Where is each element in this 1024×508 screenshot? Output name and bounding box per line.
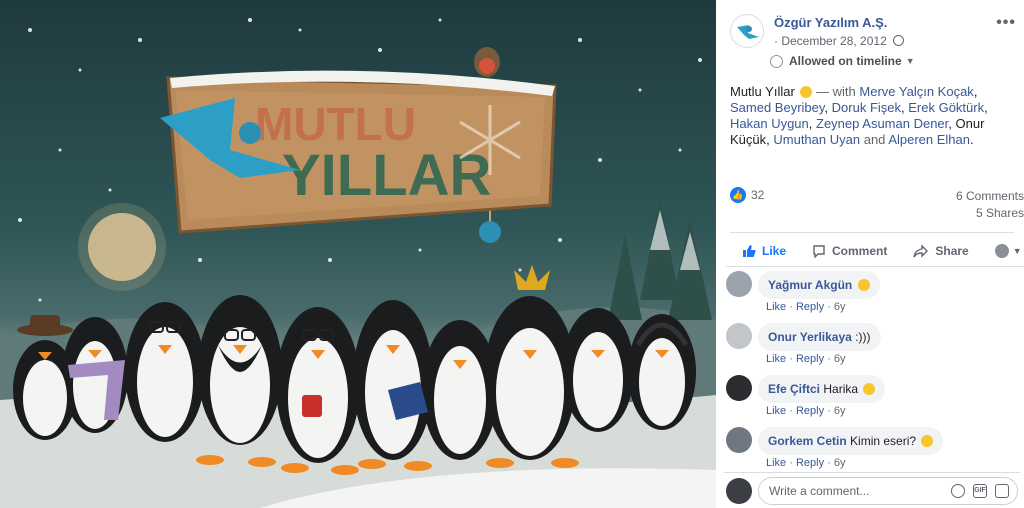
- tagged-user-link[interactable]: Doruk Fişek: [832, 100, 901, 115]
- sign-line2: YILLAR: [282, 143, 491, 208]
- composer-tools: GIF: [951, 484, 1009, 498]
- comment-reply-link[interactable]: Reply: [796, 457, 824, 469]
- globe-icon: [893, 35, 905, 46]
- post-photo[interactable]: MUTLU YILLAR: [0, 0, 716, 508]
- comment-input[interactable]: Write a comment... GIF: [758, 477, 1018, 505]
- comment-bubble: Onur Yerlikaya :))): [758, 323, 881, 351]
- thumbs-up-icon: 👍: [730, 187, 746, 203]
- smile-emoji-icon: [857, 279, 870, 291]
- comment-icon: [813, 244, 825, 258]
- commenter-name[interactable]: Yağmur Akgün: [768, 278, 852, 292]
- comment-time[interactable]: 6y: [834, 353, 846, 365]
- comment-time[interactable]: 6y: [834, 301, 846, 313]
- thumbs-up-icon: [743, 244, 756, 257]
- page-avatar[interactable]: [730, 14, 764, 48]
- more-options-icon[interactable]: •••: [996, 14, 1016, 32]
- like-count-value: 32: [751, 188, 765, 202]
- comment-bubble: Yağmur Akgün: [758, 271, 880, 299]
- post-caption: Mutlu Yıllar — with Merve Yalçın Koçak, …: [730, 84, 988, 147]
- audience-label: Allowed on timeline: [789, 54, 902, 68]
- smile-emoji-icon: [863, 383, 876, 395]
- caption-text: Mutlu Yıllar: [730, 84, 795, 99]
- new-year-illustration: MUTLU YILLAR: [0, 18, 716, 508]
- audience-selector[interactable]: Allowed on timeline ▼: [770, 54, 915, 68]
- comment-like-link[interactable]: Like: [766, 405, 786, 417]
- comment-reply-link[interactable]: Reply: [796, 301, 824, 313]
- caption-end: .: [970, 132, 974, 147]
- tagged-user-link[interactable]: Samed Beyribey: [730, 100, 824, 115]
- caret-down-icon: ▼: [905, 56, 915, 66]
- commenter-avatar[interactable]: [726, 427, 752, 453]
- comment-label: Comment: [832, 243, 888, 258]
- comment-reply-link[interactable]: Reply: [796, 353, 824, 365]
- engagement-stats: 👍 32 6 Comments 5 Shares: [730, 184, 1024, 224]
- like-count[interactable]: 👍 32: [730, 187, 764, 203]
- post-timestamp[interactable]: · December 28, 2012: [774, 34, 905, 48]
- tagged-user-link[interactable]: Alperen Elhan: [888, 132, 970, 147]
- comment-composer: Write a comment... GIF: [724, 472, 1020, 506]
- commenter-name[interactable]: Efe Çiftci: [768, 382, 820, 396]
- commenter-name[interactable]: Onur Yerlikaya: [768, 330, 852, 344]
- like-button[interactable]: Like: [742, 238, 786, 258]
- caret-down-icon: ▼: [1012, 245, 1022, 256]
- tagged-user-link[interactable]: Umuthan Uyan: [773, 132, 860, 147]
- comment-like-link[interactable]: Like: [766, 353, 786, 365]
- emoji-picker-icon[interactable]: [951, 484, 965, 498]
- post-header: Özgür Yazılım A.Ş. · December 28, 2012 •…: [730, 12, 1016, 72]
- comments-count-link[interactable]: 6 Comments: [956, 189, 1024, 203]
- gif-icon[interactable]: GIF: [973, 484, 987, 498]
- current-user-avatar[interactable]: [726, 478, 752, 504]
- comment-bubble: Gorkem Cetin Kimin eseri?: [758, 427, 944, 455]
- comments-list: Yağmur Akgün Like · Reply · 6y Onur Yerl…: [726, 266, 1024, 472]
- shares-count-link[interactable]: 5 Shares: [976, 206, 1024, 220]
- comment-bubble: Efe Çiftci Harika: [758, 375, 886, 403]
- with-label: — with: [816, 84, 856, 99]
- share-label: Share: [935, 243, 969, 258]
- tagged-user-link[interactable]: Merve Yalçın Koçak: [859, 84, 973, 99]
- post-date-text: December 28, 2012: [781, 34, 887, 48]
- post-sidebar: Özgür Yazılım A.Ş. · December 28, 2012 •…: [716, 0, 1024, 508]
- commenter-avatar[interactable]: [726, 271, 752, 297]
- commenter-avatar[interactable]: [726, 323, 752, 349]
- action-bar: Like Comment Share ▼: [730, 232, 1022, 262]
- share-icon: [913, 243, 929, 258]
- comment-text: Harika: [823, 382, 859, 396]
- comment-button[interactable]: Comment: [812, 238, 887, 258]
- comment-like-link[interactable]: Like: [766, 457, 786, 469]
- page-name-link[interactable]: Özgür Yazılım A.Ş.: [774, 15, 887, 30]
- smile-emoji-icon: [800, 86, 813, 98]
- user-avatar: [994, 243, 1009, 258]
- tagged-user-link[interactable]: Hakan Uygun: [730, 116, 809, 131]
- comment-like-link[interactable]: Like: [766, 301, 786, 313]
- comment-time[interactable]: 6y: [834, 457, 846, 469]
- comment-text: :))): [855, 330, 871, 344]
- reaction-identity-selector[interactable]: ▼: [994, 238, 1022, 258]
- comment-input-placeholder: Write a comment...: [769, 484, 870, 498]
- tagged-user-link[interactable]: Erek Göktürk: [908, 100, 984, 115]
- like-label: Like: [762, 243, 787, 258]
- commenter-avatar[interactable]: [726, 375, 752, 401]
- comment-meta: Like · Reply · 6y: [766, 301, 846, 313]
- commenter-name[interactable]: Gorkem Cetin: [768, 434, 847, 448]
- comment-meta: Like · Reply · 6y: [766, 457, 846, 469]
- comment-reply-link[interactable]: Reply: [796, 405, 824, 417]
- share-button[interactable]: Share: [913, 238, 969, 258]
- comment-meta: Like · Reply · 6y: [766, 405, 846, 417]
- comment-time[interactable]: 6y: [834, 405, 846, 417]
- comment-meta: Like · Reply · 6y: [766, 353, 846, 365]
- and-label: and: [863, 132, 886, 147]
- tagged-user-link[interactable]: Zeynep Asuman Dener: [816, 116, 948, 131]
- smile-emoji-icon: [921, 435, 934, 447]
- comment-text: Kimin eseri?: [850, 434, 917, 448]
- sticker-icon[interactable]: [995, 484, 1009, 498]
- radio-icon: [770, 54, 783, 68]
